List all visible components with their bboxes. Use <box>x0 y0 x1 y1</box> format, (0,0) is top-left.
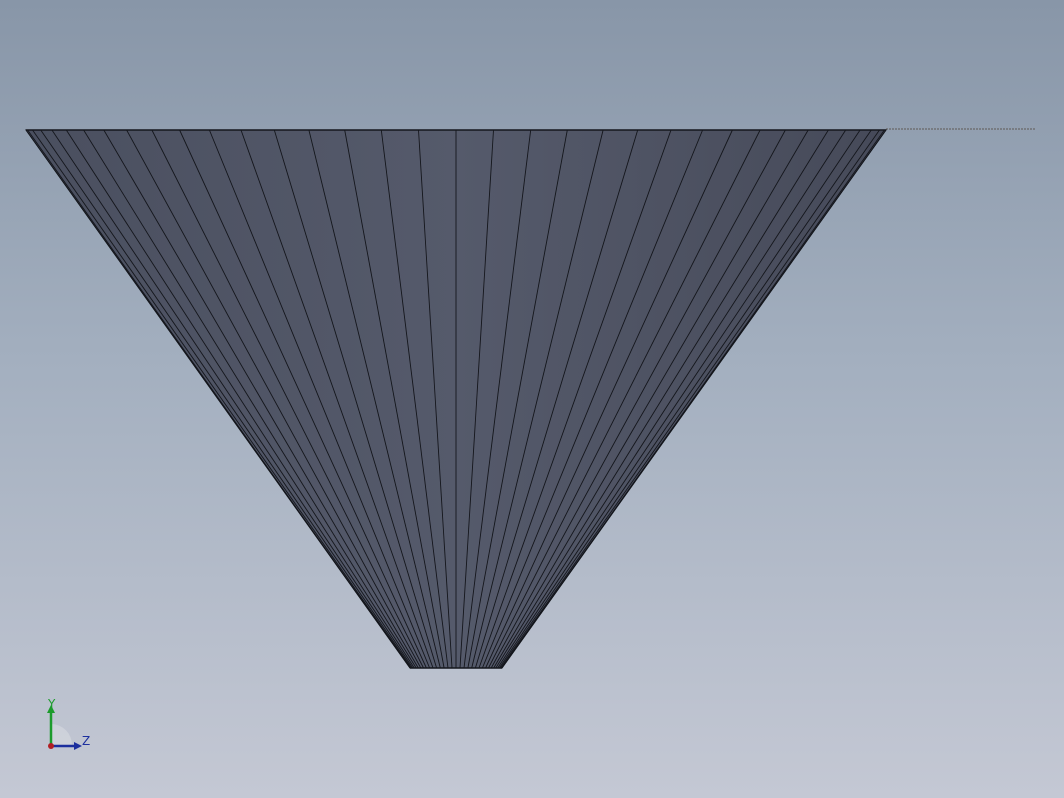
z-axis-label: Z <box>82 734 91 748</box>
graphics-viewport[interactable]: Y Z <box>0 0 1064 798</box>
z-axis-arrowhead <box>74 742 82 750</box>
triad-plane-indicator <box>51 724 72 745</box>
orientation-triad: Y Z <box>38 696 98 756</box>
triad-origin <box>48 743 54 749</box>
y-axis-label: Y <box>48 697 56 711</box>
model-view[interactable] <box>0 0 1064 798</box>
